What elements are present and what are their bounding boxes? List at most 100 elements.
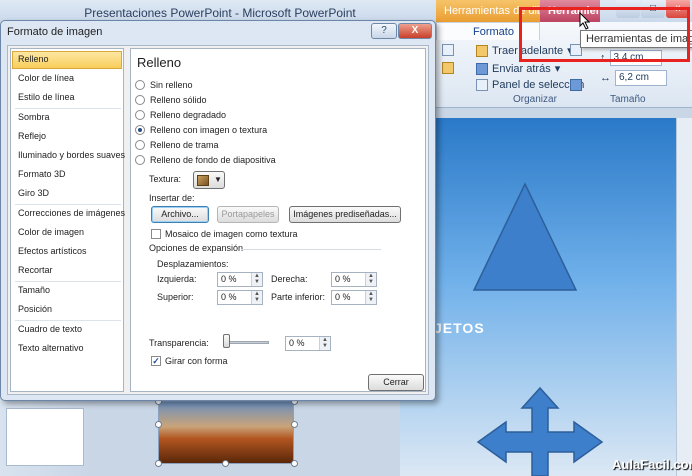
category-picture-color[interactable]: Color de imagen [12,224,122,242]
spinner-arrows-icon[interactable]: ▲ ▼ [365,273,376,286]
texture-picker-button[interactable]: ▼ [193,171,225,189]
category-text-box[interactable]: Cuadro de texto [12,321,122,339]
transparency-spinner[interactable]: 0 % ▲ ▼ [285,336,331,351]
file-button[interactable]: Archivo... [151,206,209,223]
radio-button[interactable] [135,110,145,120]
radio-gradient-fill[interactable]: Relleno degradado [135,110,226,120]
resize-handle[interactable] [155,421,162,428]
tab-drawing-tools[interactable]: Herramientas de dibujo [436,0,558,24]
spinner-arrows-icon[interactable]: ▲ ▼ [251,291,262,304]
offset-right-label: Derecha: [271,274,308,284]
category-crop[interactable]: Recortar [12,262,122,280]
arrow-shape[interactable] [474,386,606,476]
close-window-button[interactable]: x [666,0,690,18]
category-size[interactable]: Tamaño [12,282,122,300]
spinner-arrows-icon[interactable]: ▲ ▼ [319,337,330,350]
category-3d-format[interactable]: Formato 3D [12,166,122,184]
category-position[interactable]: Posición [12,301,122,319]
bring-forward-button[interactable]: Traer adelante ▾ [476,44,573,57]
category-shadow[interactable]: Sombra [12,109,122,127]
triangle-shape[interactable] [472,182,578,292]
offset-top-label: Superior: [157,292,194,302]
send-backward-icon [476,62,488,75]
close-button[interactable]: Cerrar [368,374,424,391]
tab-format[interactable]: Formato [436,22,540,40]
tile-checkbox[interactable] [151,229,161,239]
radio-label: Sin relleno [150,80,193,90]
width-input[interactable]: 6,2 cm [615,70,667,86]
offset-left-spinner[interactable]: 0 % ▲ ▼ [217,272,263,287]
radio-button[interactable] [135,80,145,90]
category-line-style[interactable]: Estilo de línea [12,89,122,107]
slide-thumbnail[interactable] [6,408,84,466]
clipboard-button[interactable]: Portapapeles [217,206,279,223]
resize-handle[interactable] [291,421,298,428]
radio-label: Relleno con imagen o textura [150,125,268,135]
mouse-cursor-icon [579,12,591,30]
rotate-button[interactable] [570,79,582,91]
vertical-scrollbar[interactable] [676,118,692,476]
minimize-button[interactable]: – [616,0,640,18]
transparency-label: Transparencia: [149,338,209,348]
radio-solid-fill[interactable]: Relleno sólido [135,95,207,105]
resize-handle[interactable] [155,460,162,467]
font-color-icon[interactable] [442,44,454,56]
send-backward-button[interactable]: Enviar atrás ▾ [476,62,560,75]
category-list: Relleno Color de línea Estilo de línea S… [10,48,125,392]
tab-picture-tools[interactable]: Herramient... [540,0,600,24]
category-3d-rotation[interactable]: Giro 3D [12,185,122,203]
offset-top-spinner[interactable]: 0 % ▲ ▼ [217,290,263,305]
rotate-with-shape-checkbox[interactable]: ✓ [151,356,161,366]
offset-right-spinner[interactable]: 0 % ▲ ▼ [331,272,377,287]
radio-label: Relleno sólido [150,95,207,105]
width-field[interactable]: ↔ 6,2 cm [600,70,667,86]
category-glow-soft-edges[interactable]: Iluminado y bordes suaves [12,147,125,165]
category-reflection[interactable]: Reflejo [12,128,122,146]
spinner-arrows-icon[interactable]: ▲ ▼ [365,291,376,304]
resize-handle[interactable] [291,460,298,467]
radio-button[interactable] [135,140,145,150]
dialog-close-button[interactable]: X [398,23,432,39]
radio-button[interactable] [135,95,145,105]
radio-button[interactable] [135,155,145,165]
category-picture-corrections[interactable]: Correcciones de imágenes [12,205,125,223]
bring-forward-icon [476,44,488,57]
rotate-icon [570,79,582,91]
category-alt-text[interactable]: Texto alternativo [12,340,122,358]
slide-title-text: JETOS [434,320,485,336]
offset-bottom-spinner[interactable]: 0 % ▲ ▼ [331,290,377,305]
radio-slide-background-fill[interactable]: Relleno de fondo de diapositiva [135,155,276,165]
rotate-with-shape-label: Girar con forma [165,356,228,366]
fill-panel: Relleno Sin relleno Relleno sólido Relle… [130,48,426,392]
group-size-label: Tamaño [610,94,646,105]
radio-no-fill[interactable]: Sin relleno [135,80,193,90]
dialog-title: Formato de imagen [7,26,103,38]
selection-pane-icon [476,79,488,91]
pen-color-icon[interactable] [442,62,454,74]
format-picture-dialog: Formato de imagen ? X Relleno Color de l… [0,20,436,401]
spinner-arrows-icon[interactable]: ▲ ▼ [251,273,262,286]
category-artistic-effects[interactable]: Efectos artísticos [12,243,122,261]
ribbon-font-color-row [442,44,454,56]
spinner-value: 0 % [335,292,351,302]
app-title: Presentaciones PowerPoint - Microsoft Po… [84,6,356,20]
brand-watermark: AulaFacil.com [612,457,692,472]
spinner-value: 0 % [221,274,237,284]
offset-bottom-label: Parte inferior: [271,292,326,302]
resize-handle[interactable] [222,460,229,467]
help-button[interactable]: ? [371,23,397,39]
selected-picture[interactable] [158,401,294,464]
tooltip: Herramientas de imagen [580,30,692,48]
category-line-color[interactable]: Color de línea [12,70,122,88]
clipart-button[interactable]: Imágenes prediseñadas... [289,206,401,223]
height-field[interactable]: ↕ 3,4 cm [600,50,662,66]
restore-button[interactable]: □ [641,0,665,18]
radio-button-selected[interactable] [135,125,145,135]
category-fill[interactable]: Relleno [12,51,122,69]
selection-pane-button[interactable]: Panel de selección [476,79,584,91]
bring-forward-label: Traer adelante [492,44,564,57]
height-input[interactable]: 3,4 cm [609,50,662,66]
transparency-slider-thumb[interactable] [223,334,230,348]
radio-picture-texture-fill[interactable]: Relleno con imagen o textura [135,125,267,135]
radio-pattern-fill[interactable]: Relleno de trama [135,140,219,150]
